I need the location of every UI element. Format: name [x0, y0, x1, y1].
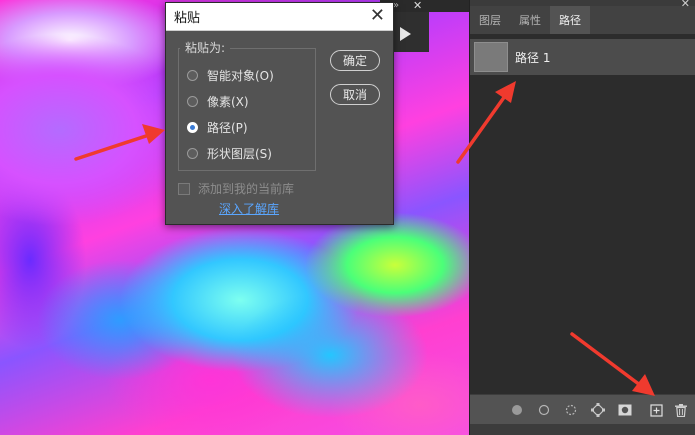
cancel-button[interactable]: 取消 [330, 84, 380, 105]
add-to-library-label: 添加到我的当前库 [198, 182, 295, 196]
dialog-title: 粘贴 [174, 11, 201, 26]
tab-paths[interactable]: 路径 [550, 6, 590, 34]
close-panel-icon[interactable]: ✕ [681, 0, 690, 10]
panel-tabs: 图层 属性 路径 [470, 6, 695, 34]
make-work-path-icon[interactable] [591, 403, 605, 417]
ok-button[interactable]: 确定 [330, 50, 380, 71]
add-mask-icon[interactable] [618, 403, 632, 417]
option-shape-layer[interactable]: 形状图层(S) [187, 145, 272, 162]
option-label: 路径(P) [207, 121, 248, 135]
dialog-titlebar[interactable]: 粘贴 ✕ [166, 3, 393, 31]
option-pixels[interactable]: 像素(X) [187, 93, 249, 110]
path-name[interactable]: 路径 1 [515, 49, 550, 66]
fill-path-icon[interactable] [510, 403, 524, 417]
load-selection-icon[interactable] [564, 403, 578, 417]
close-icon[interactable]: ✕ [370, 6, 385, 26]
add-to-library-checkbox[interactable] [178, 182, 190, 195]
stroke-path-icon[interactable] [537, 403, 551, 417]
play-icon[interactable] [400, 27, 411, 41]
path-thumbnail [474, 42, 508, 72]
radio-shape-layer[interactable] [187, 148, 198, 159]
option-label: 形状图层(S) [207, 147, 272, 161]
close-dock-icon[interactable]: ✕ [413, 0, 422, 12]
panel-header-strip: ✕ [470, 0, 695, 10]
option-smart-object[interactable]: 智能对象(O) [187, 67, 274, 84]
option-path[interactable]: 路径(P) [187, 119, 248, 136]
new-path-icon[interactable] [649, 403, 663, 417]
option-label: 智能对象(O) [207, 69, 274, 83]
tab-properties[interactable]: 属性 [510, 6, 550, 34]
learn-about-libraries-link[interactable]: 深入了解库 [219, 200, 279, 217]
option-label: 像素(X) [207, 95, 249, 109]
radio-pixels[interactable] [187, 96, 198, 107]
path-row[interactable]: 路径 1 [470, 39, 695, 75]
paste-as-label: 粘贴为: [180, 39, 231, 56]
panel-bottom-strip [470, 424, 695, 435]
trash-icon[interactable] [674, 403, 688, 417]
paths-panel-footer [470, 394, 695, 425]
radio-path[interactable] [187, 122, 198, 133]
tab-layers[interactable]: 图层 [470, 6, 510, 34]
paths-panel: ✕ 图层 属性 路径 路径 1 [469, 0, 695, 435]
radio-smart-object[interactable] [187, 70, 198, 81]
add-to-library-option[interactable]: 添加到我的当前库 [178, 180, 294, 197]
paths-list: 路径 1 [470, 34, 695, 394]
paste-dialog: 粘贴 ✕ 粘贴为: 智能对象(O) 像素(X) 路径(P) 形状图层(S) 确定… [165, 2, 394, 225]
